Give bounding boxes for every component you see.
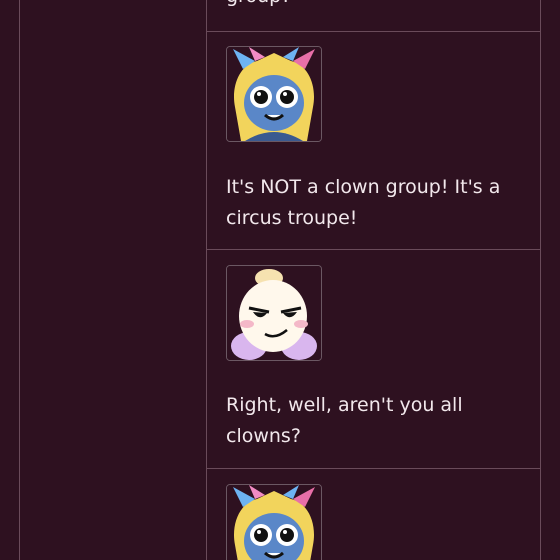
right-border [540,0,541,560]
blue-fairy-avatar-icon[interactable] [226,46,322,142]
message-row: Right, well, aren't you all clowns? [206,249,540,468]
conversation-page: group? [0,0,560,560]
message-text: It's NOT a clown group! It's a circus tr… [226,176,501,229]
blue-fairy-avatar-icon[interactable] [226,484,322,560]
message-row [206,468,540,560]
message-text: Right, well, aren't you all clowns? [226,394,463,447]
white-fairy-avatar-icon[interactable] [226,265,322,361]
left-border [19,0,20,560]
message-row: It's NOT a clown group! It's a circus tr… [206,31,540,249]
message-text: group? [226,0,291,12]
